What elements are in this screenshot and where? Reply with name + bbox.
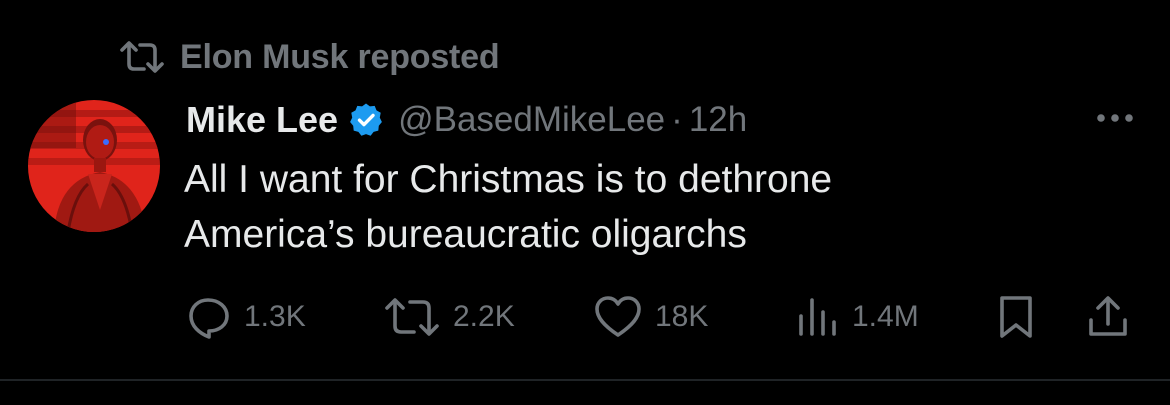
verified-badge-icon[interactable] [348,102,384,138]
more-options-button[interactable] [1094,106,1136,130]
tweet-text-line: All I want for Christmas is to dethrone [184,158,833,201]
tweet-text: All I want for Christmas is to dethrone … [184,152,1084,262]
avatar[interactable] [28,100,160,232]
like-button[interactable]: 18K [593,294,708,340]
reply-count: 1.3K [244,300,306,333]
share-icon [1086,294,1130,340]
views-chart-icon [796,294,840,340]
like-count: 18K [655,300,709,333]
tweet-text-line: America’s bureaucratic oligarchs [184,213,747,256]
repost-icon [383,294,441,340]
reply-icon [186,294,232,340]
bookmark-button[interactable] [998,294,1034,340]
tweet-divider [0,379,1170,381]
bookmark-icon [998,294,1034,340]
share-button[interactable] [1086,294,1130,340]
repost-count: 2.2K [453,300,515,333]
views-button[interactable]: 1.4M [796,294,919,340]
repost-button[interactable]: 2.2K [383,294,515,340]
tweet-card[interactable]: Elon Musk reposted Mike Lee @BasedMikeLe… [0,0,1170,405]
more-dots-icon [1094,106,1136,130]
views-count: 1.4M [852,300,919,333]
reply-button[interactable]: 1.3K [186,294,306,340]
author-handle[interactable]: @BasedMikeLee [398,100,665,140]
header-separator: · [671,100,683,139]
repost-label: Elon Musk reposted [180,37,500,76]
post-timestamp[interactable]: 12h [689,100,747,140]
tweet-header: Mike Lee @BasedMikeLee · 12h [186,96,747,144]
author-display-name[interactable]: Mike Lee [186,99,338,141]
heart-icon [593,294,643,340]
repost-icon [118,40,166,74]
repost-indicator[interactable]: Elon Musk reposted [118,36,500,78]
